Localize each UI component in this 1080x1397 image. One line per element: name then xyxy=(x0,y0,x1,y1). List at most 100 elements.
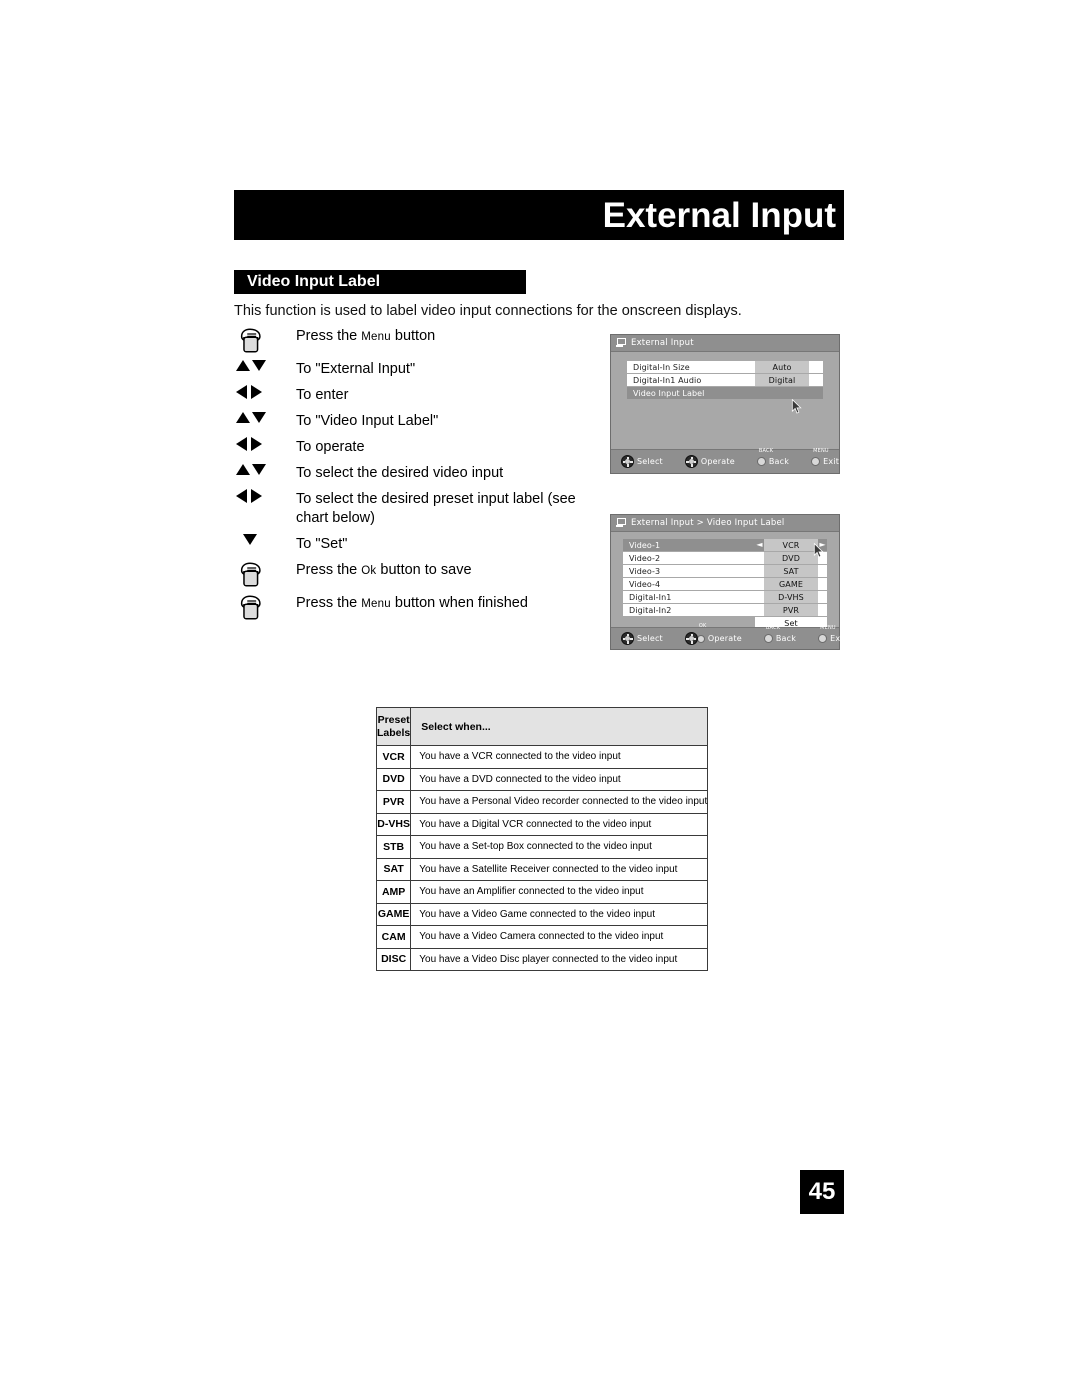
table-row: DVD You have a DVD connected to the vide… xyxy=(375,767,709,791)
step-text-prefix: To "Set" xyxy=(296,536,348,552)
osd-titlebar: External Input xyxy=(611,335,839,352)
osd-menu-row[interactable]: Video-2 DVD xyxy=(623,552,827,564)
step-text-suffix: button when finished xyxy=(390,595,528,611)
cell-description: You have a Video Disc player connected t… xyxy=(410,947,709,971)
osd-row-value-pad xyxy=(818,604,827,616)
remote-button-icon xyxy=(818,634,828,643)
monitor-icon xyxy=(616,518,627,528)
cell-description: You have a VCR connected to the video in… xyxy=(410,745,709,769)
preset-labels-table: Preset Labels Select when... VCR You hav… xyxy=(375,707,709,971)
osd-menu-row[interactable]: Video-3 SAT xyxy=(623,565,827,577)
press-button-icon xyxy=(234,560,296,590)
column-header-line2: Labels xyxy=(377,726,411,739)
step-text: Press the Menu button when finished xyxy=(296,593,528,614)
step-text: Press the Ok button to save xyxy=(296,560,472,581)
table-body: VCR You have a VCR connected to the vide… xyxy=(375,745,709,971)
table-row: PVR You have a Personal Video recorder c… xyxy=(375,790,709,814)
osd-menu-row[interactable]: Digital-In Size Auto xyxy=(627,361,823,373)
arrow-down-icon xyxy=(252,360,266,371)
osd-video-input-label: External Input > Video Input Label Video… xyxy=(610,514,846,650)
footer-back[interactable]: BACK Back xyxy=(763,625,797,643)
osd-row-value[interactable]: SAT xyxy=(764,565,818,577)
table-head: Preset Labels Select when... xyxy=(375,707,709,746)
step-item: To "External Input" xyxy=(234,359,604,382)
osd-row-value-pad xyxy=(755,552,764,564)
osd-row-value[interactable]: PVR xyxy=(764,604,818,616)
mouse-pointer-icon xyxy=(791,399,802,414)
arrow-down-icon xyxy=(252,412,266,423)
step-text-prefix: To enter xyxy=(296,387,349,403)
cell-description: You have a Personal Video recorder conne… xyxy=(410,790,709,814)
osd-row-value-pad xyxy=(818,591,827,603)
step-text: To select the desired video input xyxy=(296,463,503,483)
footer-operate[interactable]: Operate xyxy=(684,455,735,468)
press-button-icon-svg xyxy=(240,595,261,620)
cell-preset-label: DVD xyxy=(375,767,412,791)
remote-button-icon xyxy=(756,457,766,466)
footer-select[interactable]: Select xyxy=(621,455,663,468)
osd-titlebar: External Input > Video Input Label xyxy=(611,515,839,532)
footer-exit[interactable]: MENU Exit xyxy=(818,625,846,643)
footer-back[interactable]: BACK Back xyxy=(756,448,790,466)
press-button-icon-svg xyxy=(240,328,261,353)
left-right-arrows-icon xyxy=(234,489,296,503)
footer-exit[interactable]: MENU Exit xyxy=(811,448,839,466)
step-text-prefix: To select the desired video input xyxy=(296,465,504,481)
step-item: To select the desired video input xyxy=(234,463,604,486)
step-item: Press the Menu button when finished xyxy=(234,593,604,623)
footer-operate[interactable]: OK Operate xyxy=(684,623,742,645)
osd-external-input: External Input Digital-In Size Auto Digi… xyxy=(610,334,840,474)
footer-label: Back xyxy=(775,634,797,643)
remote-button-icon xyxy=(763,634,773,643)
table-row: DISC You have a Video Disc player connec… xyxy=(375,947,709,971)
step-text-prefix: To operate xyxy=(296,439,365,455)
step-text: To operate xyxy=(296,437,365,457)
osd-menu-row[interactable]: Video-4 GAME xyxy=(623,578,827,590)
monitor-icon xyxy=(616,338,627,348)
cell-description: You have a DVD connected to the video in… xyxy=(410,767,709,791)
press-button-icon xyxy=(234,326,296,356)
cell-preset-label: DISC xyxy=(375,947,412,971)
osd-row-value[interactable]: VCR xyxy=(764,539,818,551)
footer-label: Select xyxy=(637,634,663,643)
osd-menu-row[interactable]: Digital-In2 PVR xyxy=(623,604,827,616)
osd-menu-row[interactable]: Digital-In1 Audio Digital xyxy=(627,374,823,386)
table-row: GAME You have a Video Game connected to … xyxy=(375,902,709,926)
osd-row-label: Video-2 xyxy=(623,552,755,564)
cell-description: You have a Video Camera connected to the… xyxy=(410,925,709,949)
osd-row-value[interactable]: D-VHS xyxy=(764,591,818,603)
osd-menu-row-selected[interactable]: Video-1 ◄ VCR ► xyxy=(623,539,827,551)
osd-row-value-pad xyxy=(755,591,764,603)
step-text-prefix: To "Video Input Label" xyxy=(296,413,439,429)
osd-menu-row-selected[interactable]: Video Input Label xyxy=(627,387,823,399)
step-text-prefix: Press the xyxy=(296,595,362,611)
step-item: To operate xyxy=(234,437,604,460)
arrow-left-icon[interactable]: ◄ xyxy=(755,539,764,551)
osd-row-value[interactable]: Digital xyxy=(755,374,809,386)
cell-description: You have a Set-top Box connected to the … xyxy=(410,835,709,859)
osd-row-value[interactable]: GAME xyxy=(764,578,818,590)
step-text: To "Set" xyxy=(296,534,347,554)
footer-label: Back xyxy=(768,457,790,466)
arrow-pair xyxy=(236,411,266,423)
step-item: Press the Menu button xyxy=(234,326,604,356)
osd-row-value[interactable]: DVD xyxy=(764,552,818,564)
step-item: To "Video Input Label" xyxy=(234,411,604,434)
arrow-left-icon xyxy=(236,385,247,399)
osd-row-value[interactable]: Auto xyxy=(755,361,809,373)
osd-row-label: Video Input Label xyxy=(627,387,755,399)
footer-tag: OK xyxy=(698,623,707,629)
osd-menu-row[interactable]: Digital-In1 D-VHS xyxy=(623,591,827,603)
osd-footer: Select OK Operate BACK Back MENU Exit xyxy=(611,623,846,649)
cell-preset-label: SAT xyxy=(375,857,412,881)
arrow-down-icon xyxy=(252,464,266,475)
column-header-select-when: Select when... xyxy=(410,707,709,746)
footer-label: Operate xyxy=(707,634,742,643)
step-text: Press the Menu button xyxy=(296,326,435,347)
footer-select[interactable]: Select xyxy=(621,632,663,645)
cell-preset-label: STB xyxy=(375,835,412,859)
osd-footer: Select Operate BACK Back MENU Exit xyxy=(611,448,839,473)
osd-row-value[interactable] xyxy=(755,387,809,399)
column-header-preset-labels: Preset Labels xyxy=(375,707,412,746)
ok-button-icon xyxy=(696,634,705,643)
